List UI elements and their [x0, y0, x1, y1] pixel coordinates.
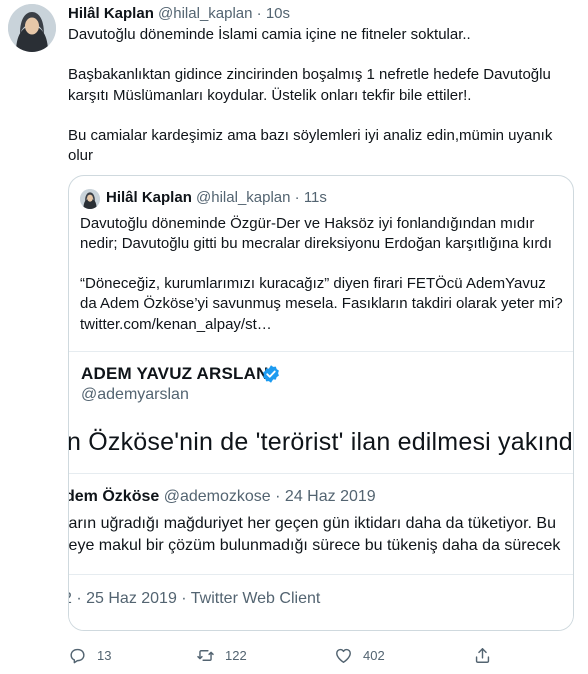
action-bar: 13 122 402: [68, 646, 574, 668]
screenshot-author-name: ADEM YAVUZ ARSLAN: [81, 364, 269, 383]
quoted-text-line: da Adem Özköse’yi savunmuş mesela. Fasık…: [80, 295, 563, 312]
quoted-text-line: Davutoğlu döneminde Özgür-Der ve Haksöz …: [80, 215, 535, 232]
screenshot-divider: [69, 473, 573, 474]
tweet-time[interactable]: 10s: [266, 5, 290, 22]
retweet-icon: [197, 650, 214, 661]
tweet-header: Hilâl Kaplan @hilal_kaplan · 10s: [68, 4, 290, 24]
screenshot-headline: n Özköse'nin de 'terörist' ilan edilmesi…: [69, 428, 573, 456]
heart-icon: [336, 648, 351, 663]
retweet-button[interactable]: 122: [196, 646, 247, 665]
tweet-text-line: Başbakanlıktan gidince zincirinden boşal…: [68, 66, 551, 83]
screenshot-footer: 2 · 25 Haz 2019 · Twitter Web Client: [69, 590, 321, 607]
screenshot-divider: [69, 574, 573, 575]
share-button[interactable]: [473, 646, 492, 665]
quoted-author-name[interactable]: Hilâl Kaplan: [106, 189, 192, 206]
quoted-author-handle[interactable]: @hilal_kaplan: [196, 189, 290, 206]
like-count: 402: [363, 648, 385, 663]
screenshot-inner-line: ların uğradığı mağduriyet her geçen gün …: [69, 515, 556, 532]
quoted-separator: ·: [294, 189, 300, 206]
quoted-text-line: “Döneceğiz, kurumlarımızı kuracağız” diy…: [80, 275, 546, 292]
screenshot-inner-name: dem Özköse: [69, 488, 160, 505]
quoted-text-line: nedir; Davutoğlu gitti bu mecralar direk…: [80, 235, 552, 252]
tweet-text-line: olur: [68, 147, 94, 164]
screenshot-inner-handle: @ademozkose: [163, 488, 271, 505]
screenshot-author-handle: @ademyarslan: [81, 386, 189, 403]
quoted-time[interactable]: 11s: [304, 189, 327, 206]
reply-button[interactable]: 13: [68, 646, 111, 665]
quoted-header: Hilâl Kaplan @hilal_kaplan · 11s: [106, 188, 327, 208]
quoted-link[interactable]: twitter.com/kenan_alpay/st…: [80, 315, 272, 335]
author-name[interactable]: Hilâl Kaplan: [68, 5, 154, 22]
avatar[interactable]: [8, 4, 56, 52]
tweet-text-line: Davutoğlu döneminde İslami camia içine n…: [68, 26, 471, 43]
quoted-avatar[interactable]: [80, 189, 100, 209]
header-separator: ·: [256, 5, 262, 22]
tweet-text-line: karşıtı Müslümanları koydular. Üstelik o…: [68, 87, 472, 104]
screenshot-inner-separator: ·: [275, 488, 281, 505]
author-handle[interactable]: @hilal_kaplan: [158, 5, 252, 22]
avatar-image: [8, 4, 56, 52]
screenshot-inner-header: dem Özköse @ademozkose · 24 Haz 2019: [69, 488, 376, 506]
reply-icon: [70, 648, 85, 664]
quoted-tweet[interactable]: Hilâl Kaplan @hilal_kaplan · 11s Davutoğ…: [68, 175, 574, 631]
screenshot-inner-line: leye makul bir çözüm bulunmadığı sürece …: [69, 537, 561, 554]
reply-count: 13: [97, 648, 112, 663]
screenshot-inner-date: 24 Haz 2019: [284, 488, 376, 505]
tweet-text-line: Bu camialar kardeşimiz ama bazı söylemle…: [68, 127, 553, 144]
retweet-count: 122: [225, 648, 247, 663]
like-button[interactable]: 402: [334, 646, 385, 665]
share-icon: [475, 648, 490, 663]
quoted-media-image[interactable]: ADEM YAVUZ ARSLAN @ademyarslan n Özköse'…: [69, 351, 573, 630]
verified-badge-icon: [263, 365, 279, 383]
quoted-avatar-image: [80, 189, 100, 209]
